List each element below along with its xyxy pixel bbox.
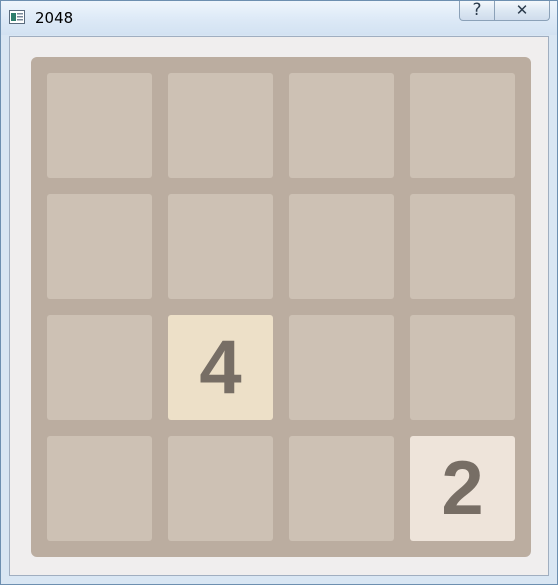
empty-cell xyxy=(289,73,394,178)
close-icon: ✕ xyxy=(515,1,529,19)
caption-buttons: ? ✕ xyxy=(459,1,550,23)
empty-cell xyxy=(410,315,515,420)
app-window: 2048 ? ✕ 42 xyxy=(0,0,558,585)
game-board[interactable]: 42 xyxy=(31,57,531,557)
empty-cell xyxy=(289,436,394,541)
empty-cell xyxy=(47,315,152,420)
tile-4: 4 xyxy=(168,315,273,420)
empty-cell xyxy=(168,73,273,178)
empty-cell xyxy=(47,194,152,299)
help-icon: ? xyxy=(472,0,482,20)
empty-cell xyxy=(168,194,273,299)
empty-cell xyxy=(289,194,394,299)
game-area: 42 xyxy=(9,36,549,576)
app-icon xyxy=(9,10,25,24)
empty-cell xyxy=(47,73,152,178)
empty-cell xyxy=(168,436,273,541)
empty-cell xyxy=(289,315,394,420)
empty-cell xyxy=(410,73,515,178)
title-bar[interactable]: 2048 ? ✕ xyxy=(1,1,557,35)
tile-2: 2 xyxy=(410,436,515,541)
close-button[interactable]: ✕ xyxy=(495,1,550,21)
window-title: 2048 xyxy=(35,9,74,27)
empty-cell xyxy=(410,194,515,299)
help-button[interactable]: ? xyxy=(459,1,495,21)
empty-cell xyxy=(47,436,152,541)
